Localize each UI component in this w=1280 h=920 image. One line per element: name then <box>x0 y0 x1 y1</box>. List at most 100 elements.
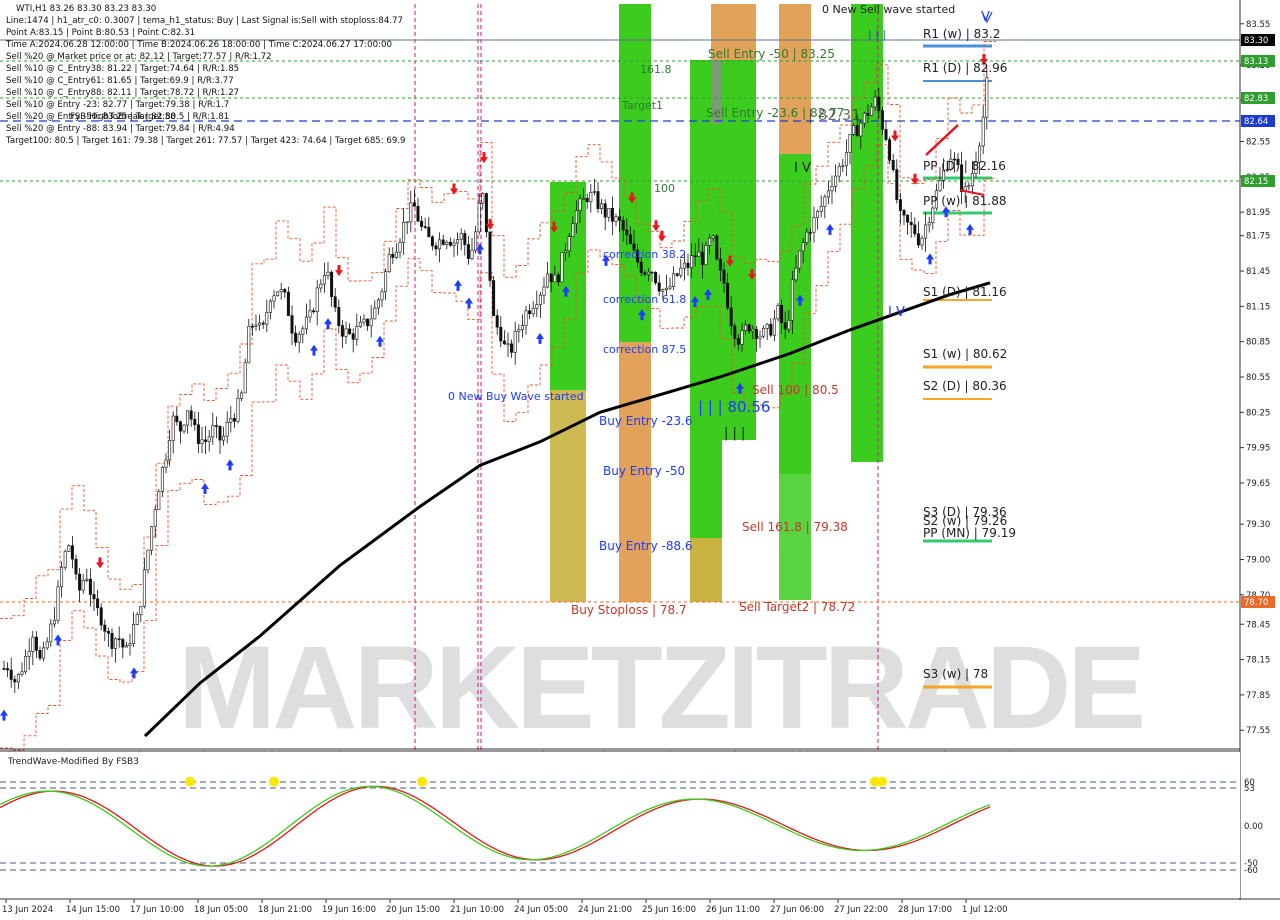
candle-body <box>837 165 841 177</box>
candle-body <box>502 340 506 345</box>
b-tick-marks: | | | <box>724 426 745 441</box>
candle-body <box>967 185 971 188</box>
candle-body <box>67 545 71 552</box>
pivot-pp-d-label: PP (D) | 82.16 <box>923 159 1006 173</box>
candle-body <box>816 211 820 218</box>
osc-title: TrendWave-Modified By FSB3 <box>7 757 139 767</box>
top-tick-marks: | | | <box>868 28 886 41</box>
candle-body <box>391 253 395 258</box>
candle-body <box>531 308 535 314</box>
candle-body <box>618 216 622 221</box>
candle-body <box>78 573 82 591</box>
candle-body <box>607 207 611 218</box>
price-tick-label: 80.85 <box>1246 338 1270 348</box>
osc-peak-dot <box>877 776 887 787</box>
candle-body <box>222 435 226 441</box>
candle-body <box>924 224 928 239</box>
candle-body <box>200 439 204 445</box>
candle-body <box>564 250 568 253</box>
candle-body <box>690 255 694 268</box>
candle-body <box>513 331 517 353</box>
candle-body <box>661 289 665 292</box>
candle-body <box>538 294 542 305</box>
candle-body <box>52 619 56 625</box>
candle-body <box>445 241 449 245</box>
sell-arrow <box>652 220 660 232</box>
candle-body <box>434 245 438 250</box>
candle-body <box>970 173 974 187</box>
candle-body <box>920 237 924 246</box>
candle-body <box>510 343 514 353</box>
candles <box>2 65 989 693</box>
candle-body <box>675 273 679 276</box>
buy-stoploss-label: Buy Stoploss | 78.7 <box>571 603 687 617</box>
candle-body <box>596 191 600 209</box>
time-tick-label: 27 Jun 22:00 <box>834 905 888 915</box>
time-tick-label: 24 Jun 05:00 <box>514 905 568 915</box>
candle-body <box>643 272 647 275</box>
candle-body <box>542 286 546 296</box>
candle-body <box>132 624 136 644</box>
candle-body <box>772 318 776 336</box>
target1-label: Target1 <box>621 99 663 112</box>
price-tick-label: 78.15 <box>1246 656 1270 666</box>
price-chart[interactable]: MARKETZITRADE WTI,H1 83.26 83.30 83.23 8… <box>0 0 1280 920</box>
candle-body <box>304 316 308 330</box>
candle-body <box>308 310 312 318</box>
buy-zone-green <box>550 182 586 390</box>
candle-body <box>610 207 614 222</box>
candle-body <box>178 421 182 432</box>
fib-zones <box>550 4 883 602</box>
candle-body <box>870 106 874 116</box>
candle-body <box>589 191 593 203</box>
candle-body <box>175 415 179 422</box>
candle-body <box>844 152 848 167</box>
candle-body <box>157 491 161 511</box>
pivot-s2-d-label: S2 (D) | 80.36 <box>923 379 1007 393</box>
candle-body <box>387 253 391 272</box>
candle-body <box>312 310 316 313</box>
candle-body <box>801 242 805 252</box>
info-line: Sell %10 @ Entry -23: 82.77 | Target:79.… <box>6 100 229 110</box>
candle-body <box>470 249 474 259</box>
pivot-r1-w-label: R1 (w) | 83.2 <box>923 27 1000 41</box>
sell-arrow <box>450 183 458 195</box>
candle-body <box>2 668 6 670</box>
candle-body <box>351 333 355 340</box>
candle-body <box>160 467 164 492</box>
candle-body <box>394 251 398 258</box>
candle-body <box>376 299 380 309</box>
price-tick-label: 79.00 <box>1246 556 1270 566</box>
price-tick-label: 80.25 <box>1246 408 1270 418</box>
candle-body <box>448 241 452 246</box>
candle-body <box>884 129 888 140</box>
new-sell-wave-label: 0 New Sell wave started <box>822 3 955 16</box>
candle-body <box>625 229 629 236</box>
zone-green-2 <box>619 4 651 342</box>
candle-body <box>153 509 157 528</box>
osc-tick-label: -60 <box>1244 866 1258 876</box>
candle-body <box>657 282 661 292</box>
candle-body <box>142 569 146 607</box>
candle-body <box>855 125 859 137</box>
candle-body <box>315 287 319 313</box>
buy-arrow <box>0 709 8 721</box>
candle-body <box>517 329 521 332</box>
time-tick-label: 17 Jun 10:00 <box>130 905 184 915</box>
candle-body <box>481 193 485 204</box>
point-b-label: | | | 80.56 <box>698 398 770 416</box>
candle-body <box>402 222 406 243</box>
candle-body <box>319 283 323 289</box>
pivot-s1-d-label: S1 (D) | 81.16 <box>923 285 1007 299</box>
pivot-r1-d-label: R1 (D) | 82.96 <box>923 61 1007 75</box>
candle-body <box>765 323 769 329</box>
candle-body <box>355 326 359 340</box>
candle-body <box>614 216 618 222</box>
buy-entry-236-label: Buy Entry -23.6 <box>599 414 693 428</box>
v-marker-label: V <box>981 10 990 25</box>
price-tick-label: 81.15 <box>1246 302 1270 312</box>
price-tick-label: 83.55 <box>1246 20 1270 30</box>
time-tick-label: 21 Jun 10:00 <box>450 905 504 915</box>
candle-body <box>272 295 276 302</box>
candle-body <box>121 639 125 648</box>
